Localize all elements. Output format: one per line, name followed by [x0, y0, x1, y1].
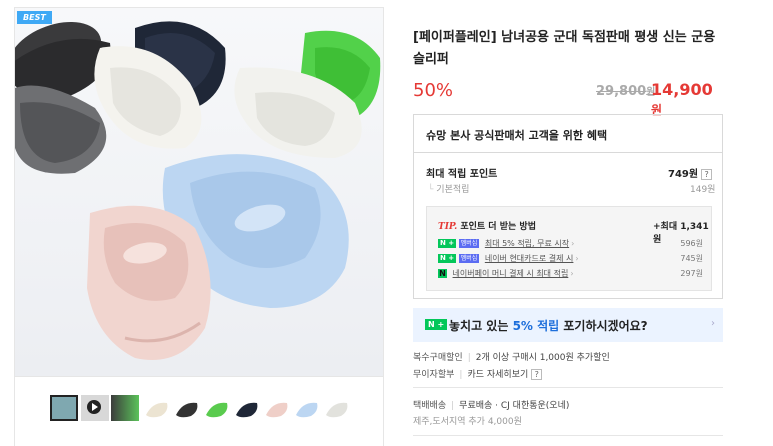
- tip-row-hyundai-card[interactable]: N + 멤버십 네이버 현대카드로 결제 시 › 745원: [438, 253, 703, 266]
- tree-branch-icon: └: [428, 185, 434, 195]
- thumbnail-mixed-colors[interactable]: [111, 395, 139, 421]
- product-gallery: BEST: [14, 7, 384, 446]
- divider: [413, 435, 723, 436]
- naver-plus-badge: N +: [438, 239, 457, 248]
- thumbnail-strip: [15, 376, 383, 446]
- sale-price-value: 14,900: [651, 80, 713, 99]
- chevron-right-icon: ›: [571, 239, 575, 248]
- divider: [413, 387, 723, 388]
- separator: |: [451, 401, 455, 411]
- tip-row-amount: 297원: [680, 269, 703, 278]
- tip-row-membership[interactable]: N + 멤버십 최대 5% 적립, 무료 시작 › 596원: [438, 238, 703, 251]
- promo-text-after: 포기하시겠어요?: [559, 319, 648, 333]
- tip-row-naverpay-money[interactable]: N 네이버페이 머니 결제 시 최대 적립 › 297원: [438, 268, 703, 281]
- membership-promo-banner[interactable]: N + 놓치고 있는 5% 적립 포기하시겠어요? ›: [413, 308, 723, 342]
- interest-free-installment: 무이자할부 | 카드 자세히보기?: [413, 367, 543, 380]
- tip-title: 포인트 더 받는 방법: [460, 222, 536, 232]
- basic-points-label: └ 기본적립: [428, 182, 469, 195]
- slipper-icon: [206, 402, 228, 418]
- shipping-extra: 제주,도서지역 추가 4,000원: [413, 417, 522, 427]
- original-price: 29,800원: [596, 83, 655, 99]
- basic-points-value: 149원: [690, 185, 716, 195]
- max-points-label: 최대 적립 포인트: [426, 169, 498, 180]
- best-badge: BEST: [17, 11, 52, 24]
- thumbnail-white[interactable]: [323, 395, 351, 421]
- promo-highlight: 5% 적립: [512, 319, 560, 333]
- chevron-right-icon: ›: [711, 318, 715, 329]
- thumbnail-black[interactable]: [173, 395, 201, 421]
- thumbnail-navy[interactable]: [233, 395, 261, 421]
- gray-slipper: [15, 85, 107, 174]
- membership-badge: 멤버십: [458, 239, 480, 248]
- tip-heading: TIP. 포인트 더 받는 방법: [438, 219, 536, 232]
- divider: [414, 152, 722, 153]
- thumbnail-pink[interactable]: [263, 395, 291, 421]
- naver-plus-badge: N +: [425, 319, 448, 330]
- chevron-right-icon: ›: [570, 269, 574, 278]
- help-icon[interactable]: ?: [701, 168, 713, 180]
- naverpay-icon: N: [438, 269, 447, 278]
- tip-row-text[interactable]: 네이버페이 머니 결제 시 최대 적립: [453, 269, 569, 278]
- shipping-label: 택배배송: [413, 401, 447, 411]
- main-product-image[interactable]: BEST: [15, 8, 383, 376]
- shipping-info: 택배배송 | 무료배송 · CJ 대한통운(오네): [413, 398, 569, 411]
- slipper-icon: [296, 402, 318, 418]
- shipping-value: 무료배송 · CJ 대한통운(오네): [459, 401, 570, 411]
- benefit-box: 슈망 본사 공식판매처 고객을 위한 혜택 최대 적립 포인트 749원? └ …: [413, 114, 723, 299]
- slipper-icon: [326, 402, 348, 418]
- multi-purchase-label: 복수구매할인: [413, 353, 463, 363]
- tip-row-text[interactable]: 네이버 현대카드로 결제 시: [485, 254, 574, 263]
- promo-text: 놓치고 있는 5% 적립 포기하시겠어요?: [449, 317, 648, 334]
- tip-box: TIP. 포인트 더 받는 방법 +최대 1,341 원 N + 멤버십 최대 5…: [426, 206, 712, 291]
- pink-slipper: [87, 205, 211, 360]
- membership-badge: 멤버십: [458, 254, 480, 263]
- sale-price: 14,900원: [651, 80, 723, 118]
- card-details-link[interactable]: 카드 자세히보기: [467, 370, 528, 380]
- slipper-icon: [236, 402, 258, 418]
- product-page: BEST [페이퍼플레인] 남녀공용 군대 독점판매 평생 신는 군용슬리퍼 5…: [0, 0, 773, 446]
- slipper-icon: [146, 402, 168, 418]
- play-icon: [87, 400, 101, 414]
- thumbnail-green[interactable]: [203, 395, 231, 421]
- discount-rate: 50%: [413, 80, 454, 101]
- tip-label: TIP.: [438, 222, 458, 232]
- thumbnail-sky-blue[interactable]: [293, 395, 321, 421]
- slipper-icon: [176, 402, 198, 418]
- tip-row-amount: 745원: [680, 254, 703, 263]
- max-points-amount: 749원: [668, 169, 699, 180]
- separator: |: [467, 353, 471, 363]
- original-price-value: 29,800: [596, 84, 647, 99]
- naver-plus-badge: N +: [438, 254, 457, 263]
- thumbnail-video[interactable]: [81, 395, 109, 421]
- product-title: [페이퍼플레인] 남녀공용 군대 독점판매 평생 신는 군용슬리퍼: [413, 30, 716, 67]
- max-points-value: 749원?: [668, 165, 713, 180]
- thumbnail-cream[interactable]: [143, 395, 171, 421]
- multi-purchase-discount: 복수구매할인 | 2개 이상 구매시 1,000원 추가할인: [413, 350, 610, 363]
- interest-free-label: 무이자할부: [413, 370, 455, 380]
- promo-text-before: 놓치고 있는: [449, 319, 513, 333]
- help-icon[interactable]: ?: [531, 369, 543, 380]
- slipper-icon: [266, 402, 288, 418]
- separator: |: [459, 370, 463, 380]
- benefit-title: 슈망 본사 공식판매처 고객을 위한 혜택: [426, 129, 608, 142]
- slippers-photo: [15, 21, 381, 360]
- tip-row-amount: 596원: [680, 239, 703, 248]
- thumbnail-collage[interactable]: [50, 395, 78, 421]
- chevron-right-icon: ›: [575, 254, 579, 263]
- basic-points-text: 기본적립: [436, 185, 470, 195]
- multi-purchase-value: 2개 이상 구매시 1,000원 추가할인: [475, 353, 610, 363]
- tip-row-text[interactable]: 최대 5% 적립, 무료 시작: [485, 239, 569, 248]
- top-decoration: [15, 0, 75, 15]
